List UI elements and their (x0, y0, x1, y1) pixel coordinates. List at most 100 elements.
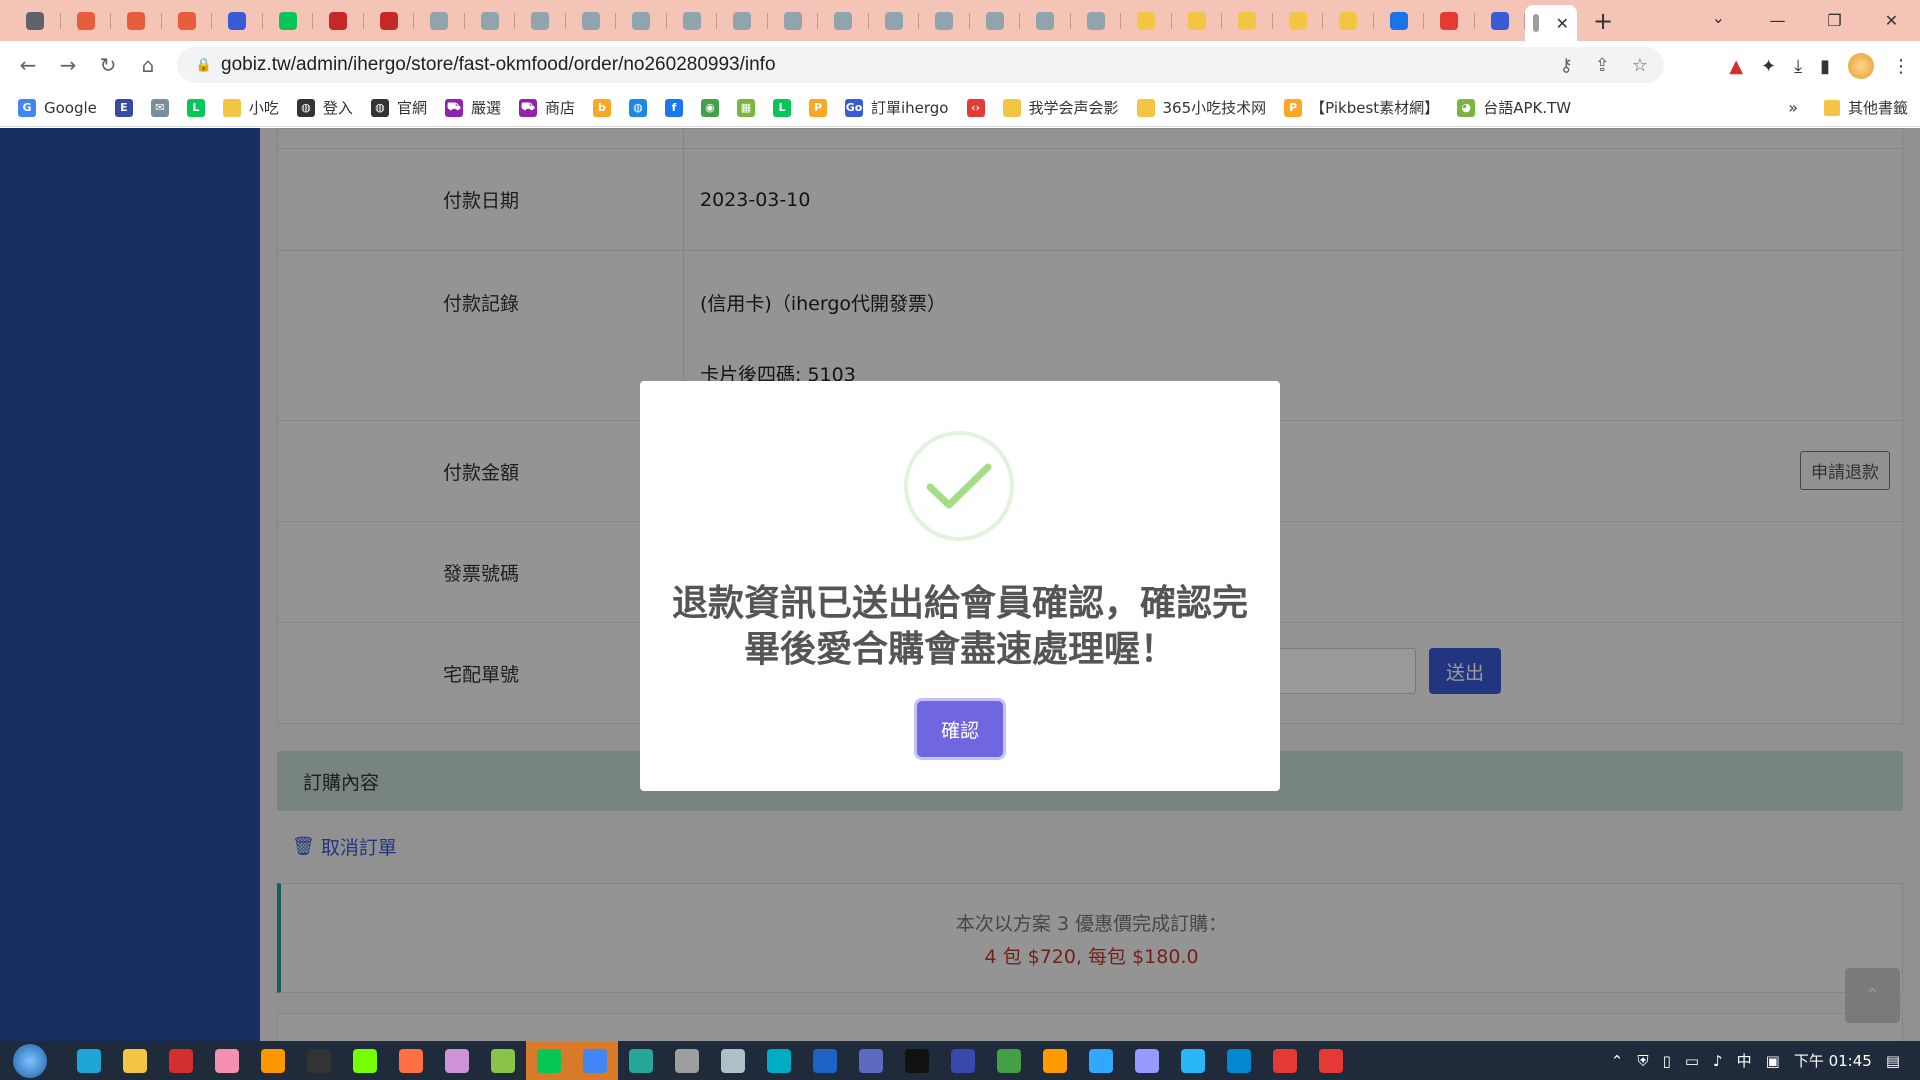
key-icon[interactable]: ⚷ (1560, 55, 1573, 76)
confirm-button[interactable]: 確認 (917, 701, 1003, 757)
bookmark-item[interactable]: ‹› (966, 98, 985, 117)
browser-tab[interactable] (61, 0, 112, 41)
taskbar-app[interactable] (572, 1041, 618, 1080)
taskbar-app[interactable] (986, 1041, 1032, 1080)
network-icon[interactable]: ▭ (1685, 1052, 1699, 1070)
taskbar-app[interactable] (940, 1041, 986, 1080)
minimize-button[interactable]: — (1749, 0, 1806, 41)
extension-icon[interactable]: ▲ (1729, 56, 1743, 77)
security-icon[interactable]: ⛨ (1637, 1052, 1648, 1070)
taskbar-app[interactable] (1308, 1041, 1354, 1080)
taskbar-app[interactable] (204, 1041, 250, 1080)
taskbar-app[interactable] (664, 1041, 710, 1080)
sidepanel-icon[interactable]: ▮ (1820, 56, 1830, 77)
browser-tab[interactable] (465, 0, 516, 41)
bookmark-item[interactable]: ◍ 登入 (296, 97, 353, 118)
taskbar-app[interactable] (1170, 1041, 1216, 1080)
browser-tab[interactable] (111, 0, 162, 41)
share-icon[interactable]: ⇪ (1595, 55, 1610, 76)
bookmark-item[interactable]: L (772, 98, 791, 117)
browser-tab[interactable] (566, 0, 617, 41)
active-tab[interactable]: ✕ (1525, 5, 1577, 41)
bookmarks-overflow-button[interactable]: » (1788, 98, 1798, 117)
taskbar-app[interactable] (112, 1041, 158, 1080)
browser-tab[interactable] (616, 0, 667, 41)
browser-tab[interactable] (1475, 0, 1526, 41)
new-tab-button[interactable]: + (1583, 7, 1623, 35)
close-tab-icon[interactable]: ✕ (1556, 14, 1569, 33)
taskbar-app[interactable] (158, 1041, 204, 1080)
taskbar-app[interactable] (342, 1041, 388, 1080)
browser-tab[interactable] (667, 0, 718, 41)
bookmark-item[interactable]: ✉ (150, 98, 169, 117)
reload-button[interactable]: ↻ (88, 45, 128, 85)
bookmark-item[interactable]: L (186, 98, 205, 117)
taskbar-app[interactable] (802, 1041, 848, 1080)
bookmark-item[interactable]: b (592, 98, 611, 117)
browser-tab[interactable] (717, 0, 768, 41)
taskbar-app[interactable] (1078, 1041, 1124, 1080)
taskbar-app[interactable] (618, 1041, 664, 1080)
volume-icon[interactable]: ♪ (1713, 1052, 1723, 1070)
taskbar-app[interactable] (526, 1041, 572, 1080)
start-button[interactable] (8, 1041, 52, 1080)
browser-tab[interactable] (1172, 0, 1223, 41)
browser-tab[interactable] (515, 0, 566, 41)
ime-mode-icon[interactable]: ▣ (1766, 1052, 1780, 1070)
restore-button[interactable]: ❐ (1806, 0, 1863, 41)
browser-tab[interactable] (1071, 0, 1122, 41)
back-button[interactable]: ← (8, 45, 48, 85)
taskbar-app[interactable] (66, 1041, 112, 1080)
taskbar-app[interactable] (388, 1041, 434, 1080)
bookmark-item[interactable]: ◍ (628, 98, 647, 117)
browser-tab[interactable] (818, 0, 869, 41)
browser-tab[interactable] (970, 0, 1021, 41)
browser-tab[interactable] (1121, 0, 1172, 41)
browser-tab[interactable] (364, 0, 415, 41)
forward-button[interactable]: → (48, 45, 88, 85)
taskbar-app[interactable] (756, 1041, 802, 1080)
browser-tab[interactable] (263, 0, 314, 41)
other-bookmarks[interactable]: 其他書籤 (1823, 97, 1908, 118)
taskbar-app[interactable] (1216, 1041, 1262, 1080)
browser-tab[interactable] (212, 0, 263, 41)
clock[interactable]: 下午 01:45 (1794, 1050, 1872, 1071)
browser-tab[interactable] (414, 0, 465, 41)
bookmark-item[interactable]: ◉ (700, 98, 719, 117)
star-icon[interactable]: ☆ (1632, 55, 1648, 76)
browser-tab[interactable] (162, 0, 213, 41)
browser-tab[interactable] (768, 0, 819, 41)
bookmark-item[interactable]: f (664, 98, 683, 117)
chevron-up-icon[interactable]: ⌃ (1611, 1052, 1624, 1070)
taskbar-app[interactable] (480, 1041, 526, 1080)
taskbar-app[interactable] (1032, 1041, 1078, 1080)
notification-icon[interactable]: ▤ (1886, 1052, 1900, 1070)
bookmark-item[interactable]: ⛟ 嚴選 (444, 97, 501, 118)
taskbar-app[interactable] (848, 1041, 894, 1080)
taskbar-app[interactable] (1124, 1041, 1170, 1080)
browser-tab[interactable] (1222, 0, 1273, 41)
bookmark-item[interactable]: 小吃 (222, 97, 279, 118)
menu-icon[interactable]: ⋮ (1892, 56, 1910, 77)
download-icon[interactable]: ⤓ (1794, 56, 1802, 77)
browser-tab[interactable] (919, 0, 970, 41)
browser-tab[interactable] (1323, 0, 1374, 41)
ime-indicator[interactable]: 中 (1737, 1050, 1752, 1071)
browser-tab[interactable] (1424, 0, 1475, 41)
taskbar-app[interactable] (434, 1041, 480, 1080)
url-text[interactable]: gobiz.tw/admin/ihergo/store/fast-okmfood… (221, 54, 776, 76)
bookmark-item[interactable]: Go 訂單ihergo (844, 97, 949, 118)
taskbar-app[interactable] (250, 1041, 296, 1080)
bookmark-item[interactable]: 365小吃技术网 (1136, 97, 1266, 118)
bookmark-item[interactable]: ⛟ 商店 (518, 97, 575, 118)
browser-tab[interactable] (1374, 0, 1425, 41)
bookmark-item[interactable]: P 【Pikbest素材網】 (1284, 97, 1439, 118)
taskbar-app[interactable] (894, 1041, 940, 1080)
close-window-button[interactable]: ✕ (1863, 0, 1920, 41)
bookmark-item[interactable]: ◍ 官網 (370, 97, 427, 118)
usb-icon[interactable]: ▯ (1663, 1052, 1671, 1070)
browser-tab[interactable] (1273, 0, 1324, 41)
tab-search-icon[interactable]: ⌄ (1712, 8, 1725, 27)
taskbar-app[interactable] (710, 1041, 756, 1080)
bookmark-item[interactable]: G Google (18, 98, 97, 117)
